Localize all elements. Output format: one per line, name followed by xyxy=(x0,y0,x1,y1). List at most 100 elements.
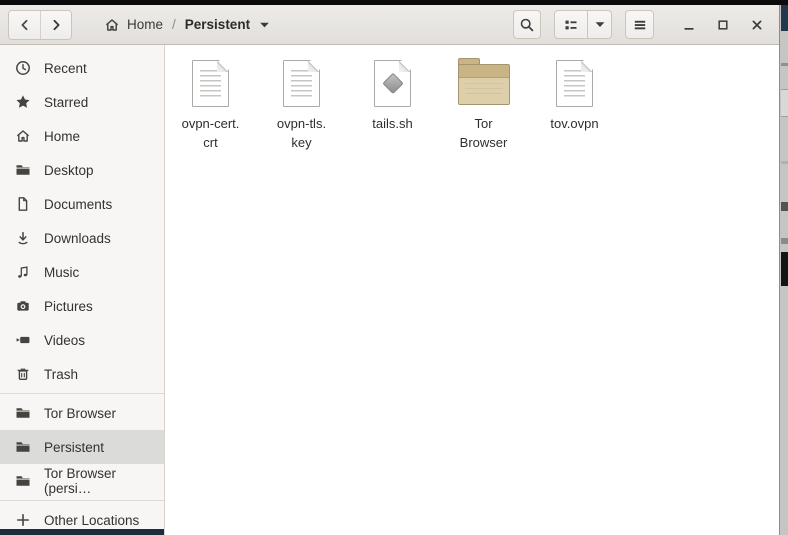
sidebar-item-documents[interactable]: Documents xyxy=(0,187,164,221)
file-ovpn-cert-crt[interactable]: ovpn-cert. crt xyxy=(165,57,256,152)
sidebar-separator xyxy=(0,500,164,501)
folder-tor-browser[interactable]: Tor Browser xyxy=(438,57,529,152)
sidebar-item-desktop[interactable]: Desktop xyxy=(0,153,164,187)
sidebar-item-label: Starred xyxy=(44,95,88,110)
view-toggle-button[interactable] xyxy=(554,10,588,39)
breadcrumb: Home / Persistent xyxy=(98,13,276,37)
music-notes-icon xyxy=(15,264,31,280)
home-icon xyxy=(104,17,120,33)
shell-script-file-icon xyxy=(374,60,411,107)
desktop-bottom-edge xyxy=(0,529,164,535)
background-edge-navy xyxy=(781,5,788,31)
text-file-icon xyxy=(192,60,229,107)
sidebar-item-downloads[interactable]: Downloads xyxy=(0,221,164,255)
forward-button[interactable] xyxy=(40,11,71,39)
history-nav xyxy=(8,10,72,40)
sidebar-item-label: Music xyxy=(44,265,79,280)
file-manager-window: Home / Persistent xyxy=(0,5,779,535)
background-edge-mark xyxy=(781,89,788,117)
sidebar-item-label: Videos xyxy=(44,333,85,348)
breadcrumb-home[interactable]: Home xyxy=(98,13,169,37)
breadcrumb-current-location[interactable]: Persistent xyxy=(179,13,276,36)
sidebar-item-home[interactable]: Home xyxy=(0,119,164,153)
file-view: ovpn-cert. crt ovpn-tls. key xyxy=(165,45,779,535)
back-button[interactable] xyxy=(9,11,40,39)
sidebar-item-label: Recent xyxy=(44,61,87,76)
folder-name: Tor Browser xyxy=(460,114,508,152)
sidebar-item-label: Desktop xyxy=(44,163,94,178)
file-grid: ovpn-cert. crt ovpn-tls. key xyxy=(165,45,779,152)
sidebar-item-persistent[interactable]: Persistent xyxy=(0,430,164,464)
file-ovpn-tls-key[interactable]: ovpn-tls. key xyxy=(256,57,347,152)
sidebar-item-tor-browser[interactable]: Tor Browser xyxy=(0,396,164,430)
sidebar-item-starred[interactable]: Starred xyxy=(0,85,164,119)
sidebar: Recent Starred Home Desktop xyxy=(0,45,165,535)
folder-icon xyxy=(15,405,31,421)
window-controls xyxy=(676,12,769,37)
sidebar-item-trash[interactable]: Trash xyxy=(0,357,164,391)
app-menu-button[interactable] xyxy=(625,10,654,39)
background-edge-mark xyxy=(781,202,788,211)
file-name: ovpn-tls. key xyxy=(277,114,326,152)
search-button[interactable] xyxy=(513,10,541,39)
sidebar-separator xyxy=(0,393,164,394)
video-camera-icon xyxy=(15,332,31,348)
view-controls xyxy=(554,10,612,39)
star-icon xyxy=(15,94,31,110)
chevron-right-icon xyxy=(48,17,64,33)
folder-icon xyxy=(15,162,31,178)
caret-down-icon xyxy=(594,20,606,29)
file-name: tails.sh xyxy=(372,114,412,133)
camera-icon xyxy=(15,298,31,314)
file-tails-sh[interactable]: tails.sh xyxy=(347,57,438,152)
breadcrumb-separator: / xyxy=(172,17,176,32)
plus-icon xyxy=(15,512,31,528)
sidebar-item-label: Persistent xyxy=(44,440,104,455)
sidebar-item-label: Other Locations xyxy=(44,513,139,528)
home-icon xyxy=(15,128,31,144)
sidebar-item-label: Trash xyxy=(44,367,78,382)
close-icon xyxy=(749,17,765,33)
close-button[interactable] xyxy=(744,12,769,37)
breadcrumb-home-label: Home xyxy=(127,17,163,32)
sidebar-bookmarks: Tor Browser Persistent Tor Browser (pers… xyxy=(0,396,164,498)
chevron-left-icon xyxy=(17,17,33,33)
sidebar-item-label: Tor Browser (persi… xyxy=(44,466,164,496)
caret-down-icon xyxy=(259,21,270,29)
background-window-edge xyxy=(779,5,788,535)
headerbar: Home / Persistent xyxy=(0,5,779,45)
file-name: tov.ovpn xyxy=(550,114,598,133)
text-file-icon xyxy=(283,60,320,107)
sidebar-item-label: Downloads xyxy=(44,231,111,246)
file-manager-screen: Home / Persistent xyxy=(0,0,788,535)
list-view-icon xyxy=(563,17,579,33)
sidebar-item-pictures[interactable]: Pictures xyxy=(0,289,164,323)
background-edge-mark xyxy=(781,63,788,66)
sidebar-item-label: Pictures xyxy=(44,299,93,314)
maximize-icon xyxy=(715,17,731,33)
sidebar-item-tor-browser-persistent[interactable]: Tor Browser (persi… xyxy=(0,464,164,498)
maximize-button[interactable] xyxy=(710,12,735,37)
sidebar-item-label: Home xyxy=(44,129,80,144)
file-tov-ovpn[interactable]: tov.ovpn xyxy=(529,57,620,152)
folder-icon xyxy=(15,439,31,455)
window-body: Recent Starred Home Desktop xyxy=(0,45,779,535)
file-name: ovpn-cert. crt xyxy=(182,114,240,152)
minimize-icon xyxy=(681,17,697,33)
document-icon xyxy=(15,196,31,212)
view-options-dropdown-button[interactable] xyxy=(588,10,612,39)
text-file-icon xyxy=(556,60,593,107)
sidebar-item-label: Documents xyxy=(44,197,112,212)
sidebar-item-videos[interactable]: Videos xyxy=(0,323,164,357)
sidebar-item-music[interactable]: Music xyxy=(0,255,164,289)
folder-icon xyxy=(15,473,31,489)
clock-icon xyxy=(15,60,31,76)
breadcrumb-current-label: Persistent xyxy=(185,17,250,32)
minimize-button[interactable] xyxy=(676,12,701,37)
folder-icon xyxy=(458,64,510,105)
trash-can-icon xyxy=(15,366,31,382)
sidebar-item-recent[interactable]: Recent xyxy=(0,51,164,85)
desktop-top-edge xyxy=(0,0,788,5)
sidebar-item-label: Tor Browser xyxy=(44,406,116,421)
sidebar-places: Recent Starred Home Desktop xyxy=(0,51,164,391)
